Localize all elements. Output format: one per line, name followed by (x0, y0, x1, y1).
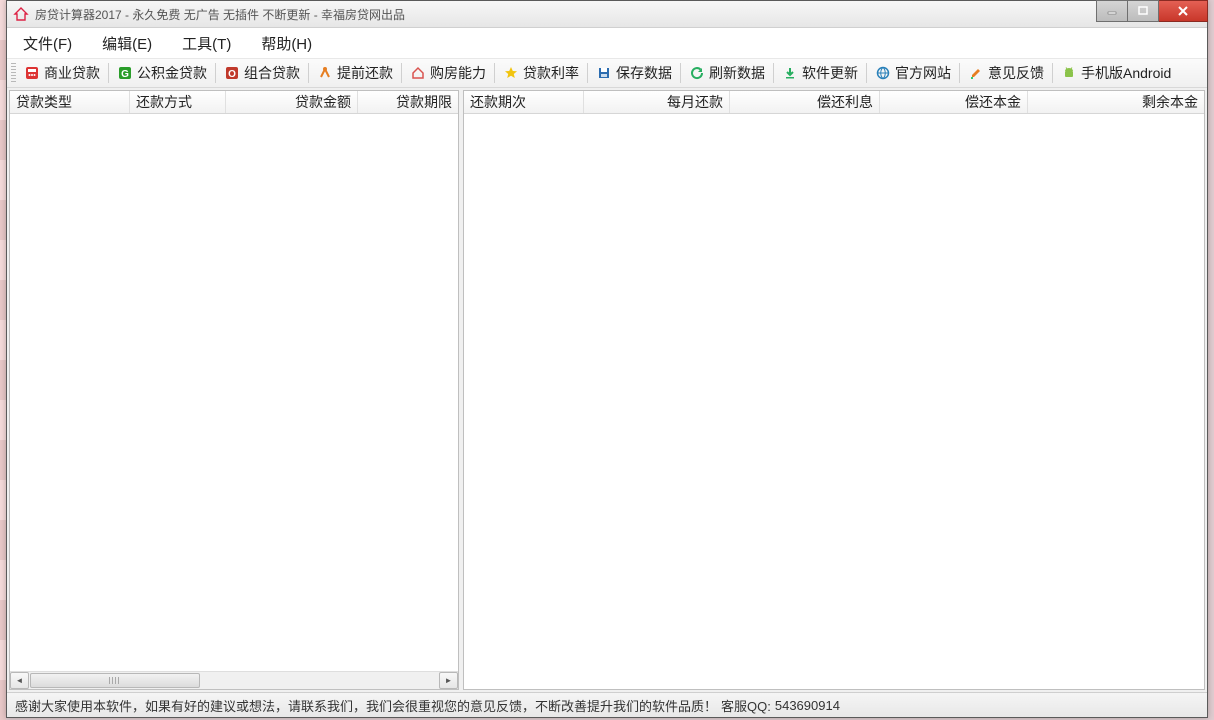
status-message: 感谢大家使用本软件，如果有好的建议或想法，请联系我们，我们会很重视您的意见反馈，… (15, 696, 717, 715)
right-panel: 还款期次 每月还款 偿还利息 偿还本金 剩余本金 (463, 90, 1205, 690)
status-qq-label: 客服QQ: (721, 696, 771, 715)
left-panel-body[interactable] (10, 114, 458, 671)
tool-commercial-loan-label: 商业贷款 (44, 63, 100, 83)
fund-icon: G (117, 65, 133, 81)
separator (215, 63, 216, 83)
menu-tools[interactable]: 工具(T) (176, 29, 237, 58)
tool-save[interactable]: 保存数据 (590, 61, 678, 85)
col-loan-term[interactable]: 贷款期限 (358, 91, 458, 113)
col-remaining[interactable]: 剩余本金 (1028, 91, 1204, 113)
title-bar: 房贷计算器2017 - 永久免费 无广告 无插件 不断更新 - 幸福房贷网出品 (7, 1, 1207, 28)
tool-rate[interactable]: 贷款利率 (497, 61, 585, 85)
android-icon (1061, 65, 1077, 81)
tool-prepay[interactable]: 提前还款 (311, 61, 399, 85)
tool-update-label: 软件更新 (802, 63, 858, 83)
tool-combo-loan[interactable]: O 组合贷款 (218, 61, 306, 85)
window-frame: 房贷计算器2017 - 永久免费 无广告 无插件 不断更新 - 幸福房贷网出品 … (6, 0, 1208, 718)
tool-afford-label: 购房能力 (430, 63, 486, 83)
separator (494, 63, 495, 83)
toolbar: 商业贷款 G 公积金贷款 O 组合贷款 提前还款 (7, 59, 1207, 88)
combo-icon: O (224, 65, 240, 81)
tool-rate-label: 贷款利率 (523, 63, 579, 83)
globe-icon (875, 65, 891, 81)
col-interest[interactable]: 偿还利息 (730, 91, 880, 113)
menu-file[interactable]: 文件(F) (17, 29, 78, 58)
separator (108, 63, 109, 83)
separator (959, 63, 960, 83)
maximize-button[interactable] (1128, 0, 1159, 22)
separator (773, 63, 774, 83)
separator (680, 63, 681, 83)
tool-prepay-label: 提前还款 (337, 63, 393, 83)
tool-fund-loan-label: 公积金贷款 (137, 63, 207, 83)
menu-help[interactable]: 帮助(H) (255, 29, 318, 58)
menu-bar: 文件(F) 编辑(E) 工具(T) 帮助(H) (7, 28, 1207, 59)
left-panel: 贷款类型 还款方式 贷款金额 贷款期限 ◄ ► (9, 90, 459, 690)
calculator-icon (24, 65, 40, 81)
scroll-track[interactable] (30, 673, 438, 688)
save-icon (596, 65, 612, 81)
col-principal[interactable]: 偿还本金 (880, 91, 1028, 113)
menu-edit[interactable]: 编辑(E) (96, 29, 158, 58)
prepay-icon (317, 65, 333, 81)
tool-fund-loan[interactable]: G 公积金贷款 (111, 61, 213, 85)
separator (401, 63, 402, 83)
col-loan-type[interactable]: 贷款类型 (10, 91, 130, 113)
tool-refresh-label: 刷新数据 (709, 63, 765, 83)
status-qq-number: 543690914 (775, 698, 840, 713)
left-column-headers: 贷款类型 还款方式 贷款金额 贷款期限 (10, 91, 458, 114)
toolbar-grip (11, 63, 16, 83)
tool-android[interactable]: 手机版Android (1055, 61, 1177, 85)
close-button[interactable] (1159, 0, 1208, 22)
left-horizontal-scrollbar[interactable]: ◄ ► (10, 671, 458, 689)
tool-website-label: 官方网站 (895, 63, 951, 83)
tool-commercial-loan[interactable]: 商业贷款 (18, 61, 106, 85)
separator (587, 63, 588, 83)
window-title: 房贷计算器2017 - 永久免费 无广告 无插件 不断更新 - 幸福房贷网出品 (35, 6, 405, 23)
separator (1052, 63, 1053, 83)
refresh-icon (689, 65, 705, 81)
col-period[interactable]: 还款期次 (464, 91, 584, 113)
tool-save-label: 保存数据 (616, 63, 672, 83)
content-area: 贷款类型 还款方式 贷款金额 贷款期限 ◄ ► 还款期次 每月还款 偿还利息 偿… (7, 88, 1207, 692)
col-loan-amount[interactable]: 贷款金额 (226, 91, 358, 113)
separator (866, 63, 867, 83)
status-bar: 感谢大家使用本软件，如果有好的建议或想法，请联系我们，我们会很重视您的意见反馈，… (7, 692, 1207, 717)
col-monthly[interactable]: 每月还款 (584, 91, 730, 113)
download-icon (782, 65, 798, 81)
star-icon (503, 65, 519, 81)
tool-refresh[interactable]: 刷新数据 (683, 61, 771, 85)
separator (308, 63, 309, 83)
right-column-headers: 还款期次 每月还款 偿还利息 偿还本金 剩余本金 (464, 91, 1204, 114)
app-icon (13, 6, 29, 22)
col-repay-method[interactable]: 还款方式 (130, 91, 226, 113)
scroll-left-button[interactable]: ◄ (10, 672, 29, 689)
scroll-right-button[interactable]: ► (439, 672, 458, 689)
tool-afford[interactable]: 购房能力 (404, 61, 492, 85)
svg-text:O: O (228, 69, 236, 80)
tool-feedback-label: 意见反馈 (988, 63, 1044, 83)
house-icon (410, 65, 426, 81)
tool-combo-loan-label: 组合贷款 (244, 63, 300, 83)
tool-update[interactable]: 软件更新 (776, 61, 864, 85)
scroll-thumb[interactable] (30, 673, 200, 688)
tool-feedback[interactable]: 意见反馈 (962, 61, 1050, 85)
minimize-button[interactable] (1096, 0, 1128, 22)
svg-text:G: G (121, 69, 129, 80)
tool-android-label: 手机版Android (1081, 63, 1171, 83)
right-panel-body[interactable] (464, 114, 1204, 689)
window-controls (1096, 0, 1208, 20)
edit-icon (968, 65, 984, 81)
tool-website[interactable]: 官方网站 (869, 61, 957, 85)
